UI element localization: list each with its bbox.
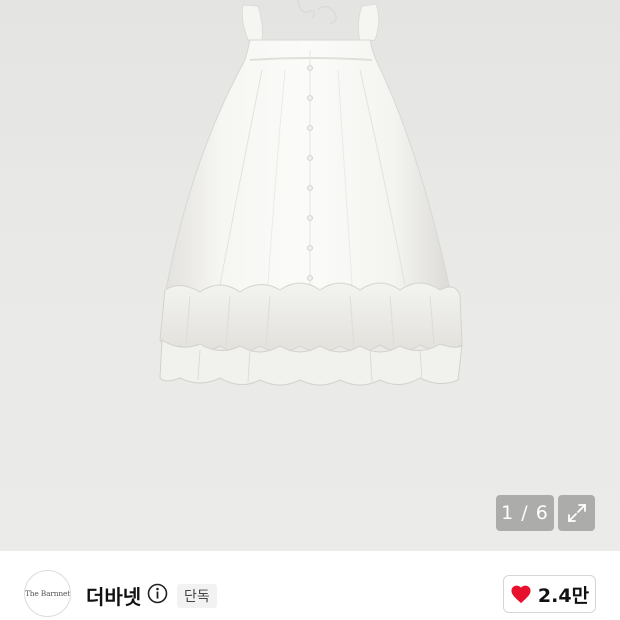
expand-icon xyxy=(567,504,586,522)
like-count: 2.4만 xyxy=(537,584,590,607)
product-image[interactable]: 1 / 6 xyxy=(0,0,620,551)
expand-button[interactable] xyxy=(558,495,595,531)
heart-icon xyxy=(511,585,531,604)
dress-photo xyxy=(159,0,463,386)
info-icon[interactable] xyxy=(147,583,168,604)
like-button[interactable]: 2.4만 xyxy=(503,575,596,613)
brand-logo-text: The Barnnet xyxy=(24,589,71,598)
exclusive-badge: 단독 xyxy=(177,584,217,608)
image-counter-text: 1 / 6 xyxy=(501,502,549,524)
brand-name[interactable]: 더바넷 xyxy=(86,581,141,610)
brand-bar: The Barnnet 더바넷 단독 2.4만 xyxy=(0,551,620,620)
brand-logo[interactable]: The Barnnet xyxy=(24,570,71,617)
image-counter: 1 / 6 xyxy=(496,495,554,531)
exclusive-badge-label: 단독 xyxy=(184,589,210,605)
